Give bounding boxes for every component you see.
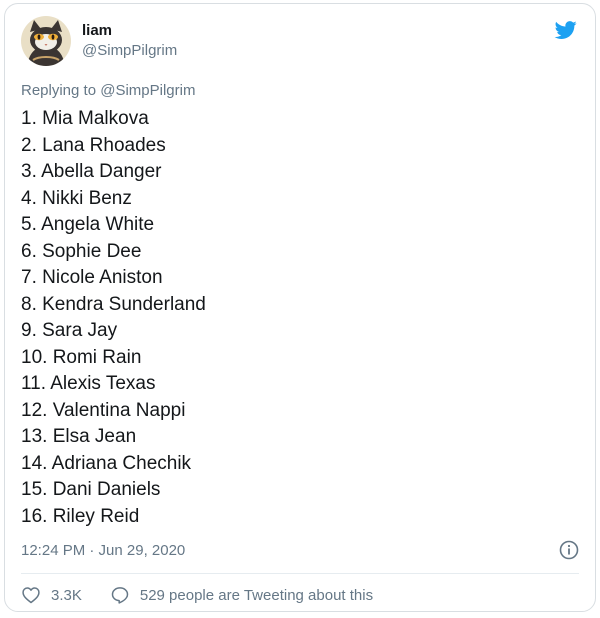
tweet-line: 6. Sophie Dee bbox=[21, 240, 142, 262]
tweet-line: 4. Nikki Benz bbox=[21, 187, 132, 209]
like-count[interactable]: 3.3K bbox=[51, 587, 82, 604]
speech-bubble-icon bbox=[111, 587, 129, 604]
tweet-line: 11. Alexis Texas bbox=[21, 373, 156, 394]
tweet-line: 3. Abella Danger bbox=[21, 161, 162, 182]
replying-to: Replying to @SimpPilgrim bbox=[21, 81, 195, 101]
tweet-line: 14. Adriana Chechik bbox=[21, 452, 192, 474]
tweet-timestamp[interactable]: 12:24 PM · Jun 29, 2020 bbox=[21, 541, 185, 561]
avatar-cat-image bbox=[21, 16, 71, 66]
avatar[interactable] bbox=[21, 16, 71, 66]
heart-icon bbox=[22, 587, 40, 604]
tweeting-about-link[interactable]: 529 people are Tweeting about this bbox=[110, 585, 373, 605]
tweet-line: 2. Lana Rhoades bbox=[21, 134, 166, 156]
tweet-line: 8. Kendra Sunderland bbox=[21, 293, 206, 315]
tweet-line: 16. Riley Reid bbox=[21, 505, 140, 527]
tweet-line: 10. Romi Rain bbox=[21, 346, 142, 368]
author-names[interactable]: liam @SimpPilgrim bbox=[82, 21, 177, 61]
tweet-line: 9. Sara Jay bbox=[21, 320, 118, 341]
tweet-line: 5. Angela White bbox=[21, 214, 155, 235]
replying-prefix: Replying to bbox=[21, 82, 97, 99]
tweet-header: liam @SimpPilgrim bbox=[21, 14, 177, 68]
tweet-text: 1. Mia Malkova 2. Lana Rhoades 3. Abella… bbox=[21, 106, 206, 530]
like-button[interactable]: 3.3K bbox=[21, 585, 82, 605]
divider bbox=[21, 573, 579, 574]
tweet-actions: 3.3K 529 people are Tweeting about this bbox=[21, 584, 373, 606]
tweet-line: 7. Nicole Aniston bbox=[21, 267, 163, 288]
author-handle[interactable]: @SimpPilgrim bbox=[82, 41, 177, 61]
tweet-line: 12. Valentina Nappi bbox=[21, 399, 186, 421]
tweet-card: liam @SimpPilgrim Replying to @SimpPilgr… bbox=[4, 3, 596, 612]
tweet-line: 13. Elsa Jean bbox=[21, 426, 137, 447]
replying-handle-link[interactable]: @SimpPilgrim bbox=[100, 82, 195, 99]
tweet-line: 15. Dani Daniels bbox=[21, 479, 161, 500]
tweeting-about-text[interactable]: 529 people are Tweeting about this bbox=[140, 587, 373, 604]
display-name[interactable]: liam bbox=[82, 21, 177, 41]
twitter-bird-icon[interactable] bbox=[553, 19, 579, 41]
tweet-line: 1. Mia Malkova bbox=[21, 108, 149, 129]
info-icon[interactable] bbox=[559, 540, 579, 560]
